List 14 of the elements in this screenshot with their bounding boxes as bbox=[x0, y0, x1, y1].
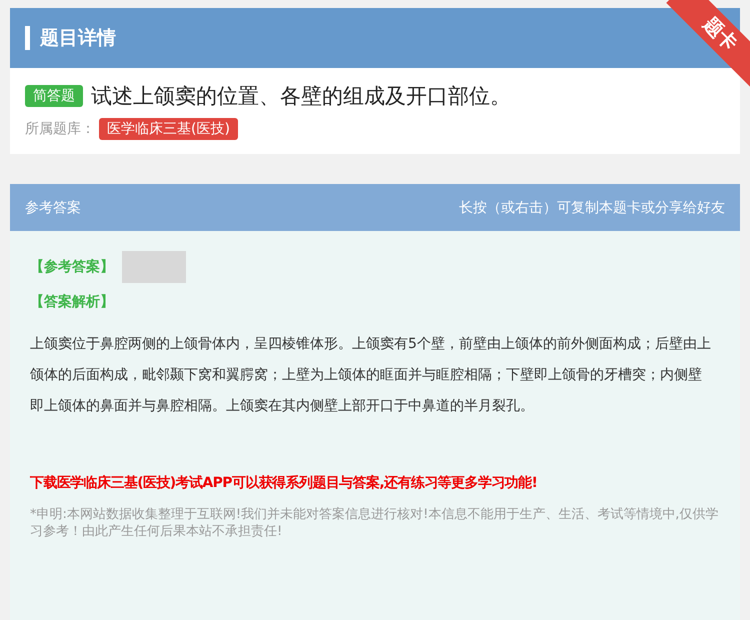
answer-image-placeholder bbox=[122, 251, 186, 283]
disclaimer-text: *申明:本网站数据收集整理于互联网!我们并未能对答案信息进行核对!本信息不能用于生产、生活、考试等情境中,仅供学习参考！由此产生任何后果本站不承担责任! bbox=[30, 506, 720, 540]
answer-label: 【参考答案】 bbox=[30, 258, 114, 276]
question-text: 试述上颌窦的位置、各壁的组成及开口部位。 bbox=[91, 83, 511, 110]
bank-tag-link[interactable]: 医学临床三基(医技) bbox=[99, 118, 238, 140]
promo-text: 下载医学临床三基(医技)考试APP可以获得系列题目与答案,还有练习等更多学习功能! bbox=[30, 474, 538, 492]
analysis-text: 上颌窦位于鼻腔两侧的上颌骨体内，呈四棱锥体形。上颌窦有5个壁，前壁由上颌体的前外侧面构成；后壁由上颌体的后面构成，毗邻颞下窝和翼腭窝；上壁为上颌体的眶面并与眶腔相隔；下壁即上颌骨的牙槽突；内侧壁即上颌体的鼻面并与鼻腔相隔。上颌窦在其内侧壁上部开口于中鼻道的半月裂孔。 bbox=[30, 335, 712, 416]
section-title: 题目详情 bbox=[40, 26, 116, 51]
answer-title: 参考答案 bbox=[25, 198, 81, 216]
analysis-label: 【答案解析】 bbox=[30, 293, 115, 311]
bank-label: 所属题库： bbox=[25, 120, 95, 138]
header-marker bbox=[25, 26, 30, 50]
question-type-tag: 简答题 bbox=[25, 85, 83, 107]
share-hint: 长按（或右击）可复制本题卡或分享给好友 bbox=[459, 198, 725, 216]
